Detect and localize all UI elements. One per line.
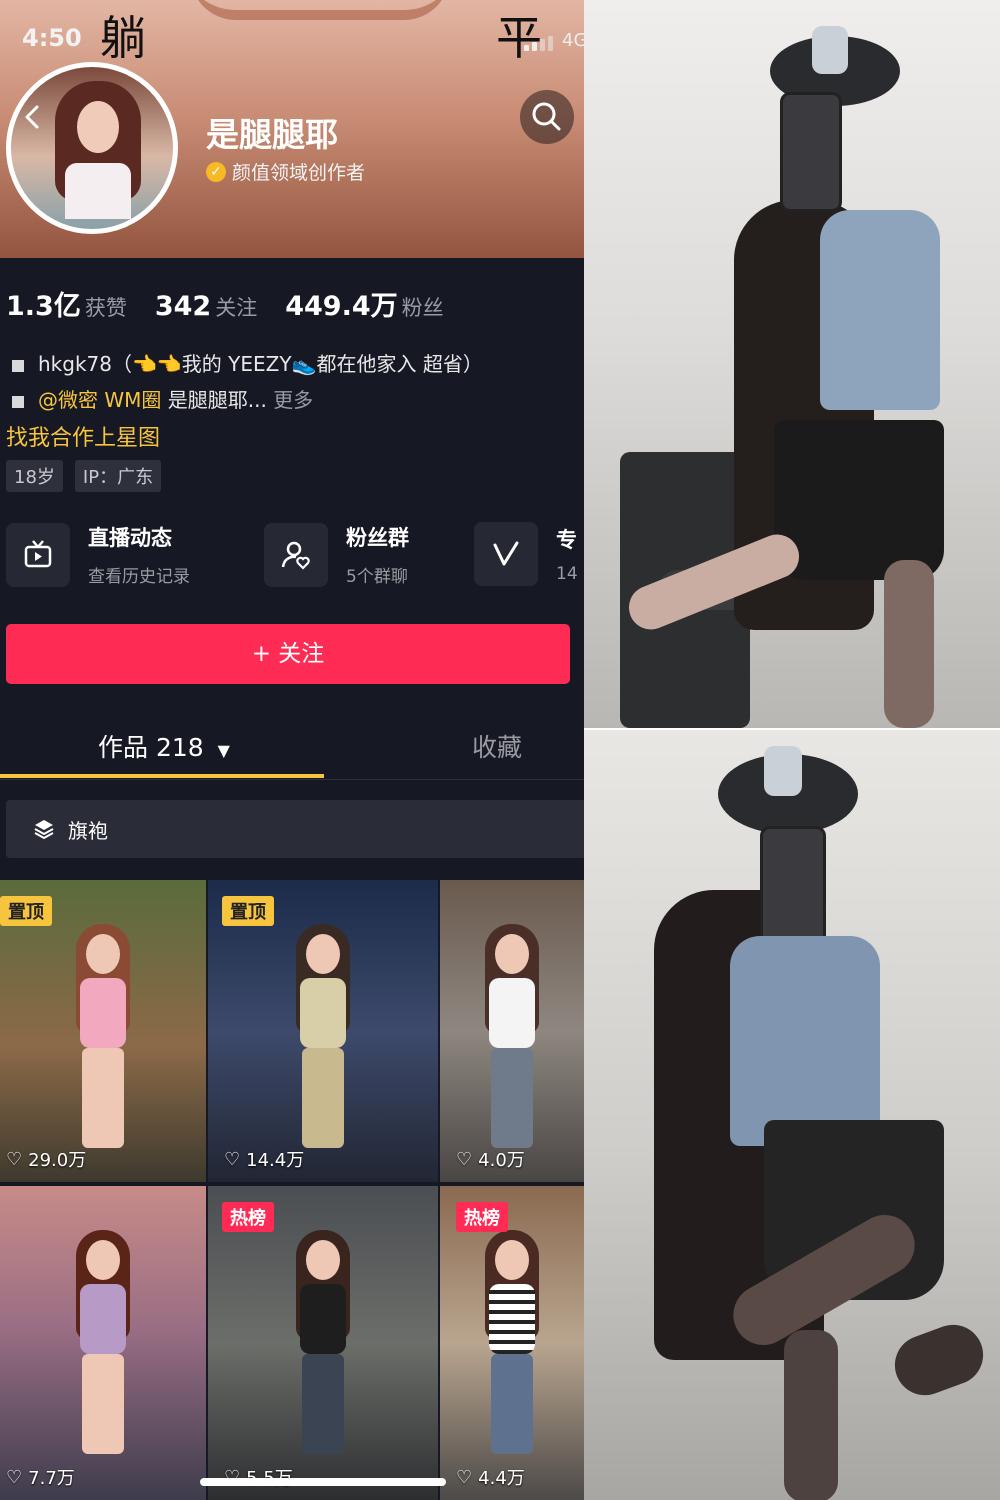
follow-button[interactable]: + 关注 xyxy=(6,624,570,684)
video-likes: ♡ 14.4万 xyxy=(224,1148,305,1172)
tab-works[interactable]: 作品 218 ▼ xyxy=(98,728,230,764)
video-likes: ♡5.5万 xyxy=(224,1464,293,1490)
stat-following[interactable]: 342 关注 xyxy=(155,291,257,322)
home-indicator[interactable] xyxy=(200,1478,446,1486)
entry-fan-group[interactable]: 粉丝群 5个群聊 xyxy=(264,522,409,587)
avatar[interactable] xyxy=(6,62,178,234)
tag-ip-location: IP：广东 xyxy=(74,460,162,492)
overlay-char-left: 躺 xyxy=(100,11,146,65)
collection-bar[interactable]: 旗袍 xyxy=(6,800,584,858)
tag-age: 18岁 xyxy=(6,460,63,492)
hot-list-badge: 热榜 xyxy=(456,1202,508,1232)
bio-mention-link[interactable]: @微密 WM圈 xyxy=(38,388,161,412)
v-icon xyxy=(474,522,538,586)
heart-icon: ♡ xyxy=(456,1148,473,1170)
hot-list-badge: 热榜 xyxy=(222,1202,274,1232)
video-thumbnail[interactable]: 置顶 ♡ 14.4万 xyxy=(208,880,438,1182)
live-tv-icon xyxy=(6,522,70,587)
video-likes: ♡ 4.4万 xyxy=(456,1466,525,1490)
stat-followers[interactable]: 449.4万 粉丝 xyxy=(285,284,443,323)
video-likes: ♡ 7.7万 xyxy=(6,1466,75,1490)
video-thumbnail[interactable]: 置顶 ♡ 29.0万 xyxy=(0,880,206,1182)
video-thumbnail[interactable]: ♡ 4.0万 xyxy=(440,880,584,1182)
content-tabs: 作品 218 ▼ 收藏 xyxy=(0,712,584,780)
cooperation-link[interactable]: 找我合作上星图 xyxy=(6,420,160,452)
pinned-badge: 置顶 xyxy=(0,896,52,926)
video-likes: ♡ 29.0万 xyxy=(6,1148,87,1172)
heart-icon: ♡ xyxy=(456,1466,473,1488)
status-indicators: 4G xyxy=(524,30,584,51)
header-decoration xyxy=(190,0,450,20)
chevron-left-icon xyxy=(25,105,39,129)
search-icon xyxy=(532,102,561,131)
profile-name: 是腿腿耶 xyxy=(206,115,338,154)
video-grid: 置顶 ♡29.0万 置顶 ♡14.4万 ♡4.0万 ♡7.7万 热榜 ♡5.5万… xyxy=(0,880,584,1500)
heart-icon: ♡ xyxy=(6,1466,23,1488)
profile-stats: 1.3亿 获赞 342 关注 449.4万 粉丝 xyxy=(6,284,444,323)
certification-label: 颜值领域创作者 xyxy=(232,162,366,184)
caret-down-icon: ▼ xyxy=(217,741,230,760)
bio-line-1: hkgk78（👈👈我的 YEEZY👟都在他家入 超省） xyxy=(12,348,483,377)
fan-group-icon xyxy=(264,522,328,587)
network-type: 4G xyxy=(562,30,584,51)
layers-icon xyxy=(34,820,54,840)
verified-check-icon: ✓ xyxy=(206,161,226,182)
entry-column[interactable]: 专 14 xyxy=(474,522,578,586)
video-thumbnail[interactable]: 热榜 ♡ 4.4万 xyxy=(440,1186,584,1500)
tab-favorites[interactable]: 收藏 xyxy=(472,728,522,764)
signal-bar-icon xyxy=(540,39,545,51)
back-button[interactable] xyxy=(18,102,48,132)
search-button[interactable] xyxy=(520,90,574,144)
certification: ✓ 颜值领域创作者 xyxy=(206,158,365,185)
bullet-icon xyxy=(12,395,24,408)
photo-top xyxy=(584,0,1000,728)
signal-bar-icon xyxy=(548,36,553,51)
collection-label: 旗袍 xyxy=(68,818,108,843)
signal-bar-icon xyxy=(532,42,537,51)
heart-icon: ♡ xyxy=(6,1148,23,1170)
bio-more-link[interactable]: 更多 xyxy=(273,388,313,412)
status-time: 4:50 xyxy=(22,24,82,52)
active-tab-indicator xyxy=(0,774,324,778)
bullet-icon xyxy=(12,359,24,372)
heart-icon: ♡ xyxy=(224,1148,241,1170)
entry-live-history[interactable]: 直播动态 查看历史记录 xyxy=(6,522,190,587)
video-thumbnail[interactable]: ♡ 7.7万 xyxy=(0,1186,206,1500)
photo-bottom xyxy=(584,728,1000,1500)
profile-screenshot: 躺 平 4:50 4G 是腿腿耶 ✓ 颜值领域创作者 1.3亿 获赞 342 关注 … xyxy=(0,0,584,1500)
stat-likes[interactable]: 1.3亿 获赞 xyxy=(6,284,127,323)
pinned-badge: 置顶 xyxy=(222,896,274,926)
video-likes: ♡ 4.0万 xyxy=(456,1148,525,1172)
signal-bar-icon xyxy=(524,45,529,51)
profile-tags: 18岁 IP：广东 xyxy=(6,460,162,492)
bio-line-2: @微密 WM圈 是腿腿耶... 更多 xyxy=(12,384,313,413)
video-thumbnail[interactable]: 热榜 ♡5.5万 xyxy=(208,1186,438,1500)
